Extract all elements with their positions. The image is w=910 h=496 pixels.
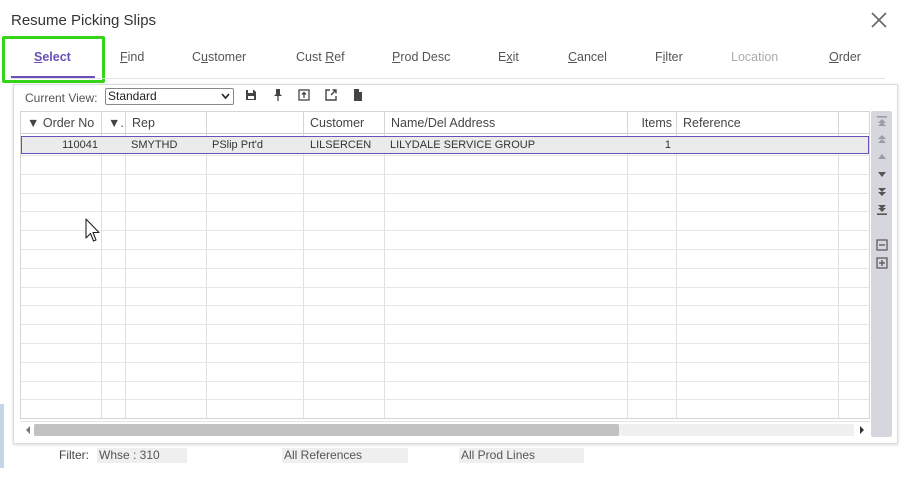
mouse-cursor-icon	[85, 218, 100, 242]
cust-ref-button[interactable]: Cust Ref	[296, 50, 345, 64]
row-up-icon[interactable]	[876, 151, 888, 163]
cell-customer[interactable]: LILSERCEN	[310, 137, 382, 153]
column-header-order-no[interactable]: ▼ Order No	[21, 112, 102, 134]
row-down-icon[interactable]	[876, 168, 888, 180]
pin-icon[interactable]	[271, 88, 285, 102]
column-header-sort[interactable]: ▼.	[102, 112, 126, 134]
cell-reference[interactable]	[683, 137, 833, 153]
row-divider	[21, 361, 869, 363]
horizontal-scrollbar[interactable]	[20, 421, 870, 437]
scroll-thumb[interactable]	[34, 424, 619, 436]
save-icon[interactable]	[244, 88, 258, 102]
filter-button[interactable]: Filter	[655, 50, 683, 64]
current-view-value: Standard	[108, 89, 157, 103]
find-button[interactable]: Find	[120, 50, 144, 64]
row-divider	[21, 249, 869, 250]
expand-icon[interactable]	[876, 257, 888, 269]
grid-line	[384, 134, 385, 418]
order-button[interactable]: Order	[829, 50, 861, 64]
collapse-icon[interactable]	[876, 239, 888, 251]
last-page-icon[interactable]	[876, 204, 888, 216]
row-divider	[21, 211, 869, 213]
column-header-items[interactable]: Items	[628, 112, 677, 134]
grid-line	[303, 134, 304, 418]
grid-line	[627, 134, 628, 418]
window-title: Resume Picking Slips	[11, 12, 157, 29]
cell-order-no[interactable]: 110041	[21, 137, 98, 153]
vertical-nav-bar[interactable]	[871, 111, 892, 437]
grid-line	[676, 134, 677, 418]
filter-warehouse: Whse : 310	[97, 448, 187, 463]
cell-status[interactable]: PSlip Prt'd	[212, 137, 300, 153]
cell-items[interactable]: 1	[628, 137, 671, 153]
row-divider	[21, 230, 869, 232]
row-divider	[21, 399, 869, 401]
scroll-left-icon[interactable]	[24, 425, 32, 435]
cell-rep[interactable]: SMYTHD	[131, 137, 203, 153]
customer-button[interactable]: Customer	[192, 50, 246, 64]
row-divider	[21, 173, 869, 175]
row-divider	[21, 305, 869, 307]
page-down-icon[interactable]	[876, 186, 888, 198]
page-up-icon[interactable]	[876, 133, 888, 145]
popout-icon[interactable]	[324, 88, 338, 102]
grid-line	[206, 134, 207, 418]
current-view-label: Current View:	[25, 91, 98, 105]
row-divider	[21, 380, 869, 382]
cell-name[interactable]: LILYDALE SERVICE GROUP	[390, 137, 625, 153]
column-header-status[interactable]	[207, 112, 304, 134]
close-icon[interactable]	[869, 10, 889, 30]
chevron-down-icon	[221, 93, 230, 100]
picking-slips-grid: ▼ Order No ▼. Rep Customer Name/Del Addr…	[20, 111, 870, 419]
column-header-rep[interactable]: Rep	[126, 112, 207, 134]
scroll-right-icon[interactable]	[858, 425, 866, 435]
cancel-button[interactable]: Cancel	[568, 50, 607, 64]
row-divider	[21, 192, 869, 194]
exit-button[interactable]: Exit	[498, 50, 519, 64]
row-divider	[21, 324, 869, 326]
grid-line	[838, 134, 839, 418]
location-button: Location	[731, 50, 779, 64]
grid-line	[101, 134, 102, 418]
filter-references: All References	[282, 448, 408, 463]
filter-label: Filter:	[59, 448, 89, 462]
column-header-extra[interactable]	[839, 112, 869, 134]
window-edge	[0, 404, 4, 468]
row-divider	[21, 286, 869, 288]
column-header-customer[interactable]: Customer	[304, 112, 385, 134]
document-icon[interactable]	[351, 88, 365, 102]
column-header-reference[interactable]: Reference	[677, 112, 839, 134]
toolbar-divider	[10, 78, 885, 79]
export-icon[interactable]	[297, 88, 311, 102]
row-divider	[21, 155, 869, 156]
row-divider	[21, 267, 869, 269]
filter-prod-lines: All Prod Lines	[459, 448, 584, 463]
grid-line	[125, 134, 126, 418]
first-page-icon[interactable]	[876, 115, 888, 127]
prod-desc-button[interactable]: Prod Desc	[392, 50, 450, 64]
column-header-name[interactable]: Name/Del Address	[385, 112, 628, 134]
row-divider	[21, 343, 869, 344]
row-divider	[21, 418, 869, 419]
select-button[interactable]: Select	[34, 50, 71, 64]
current-view-select[interactable]: Standard	[105, 88, 234, 105]
